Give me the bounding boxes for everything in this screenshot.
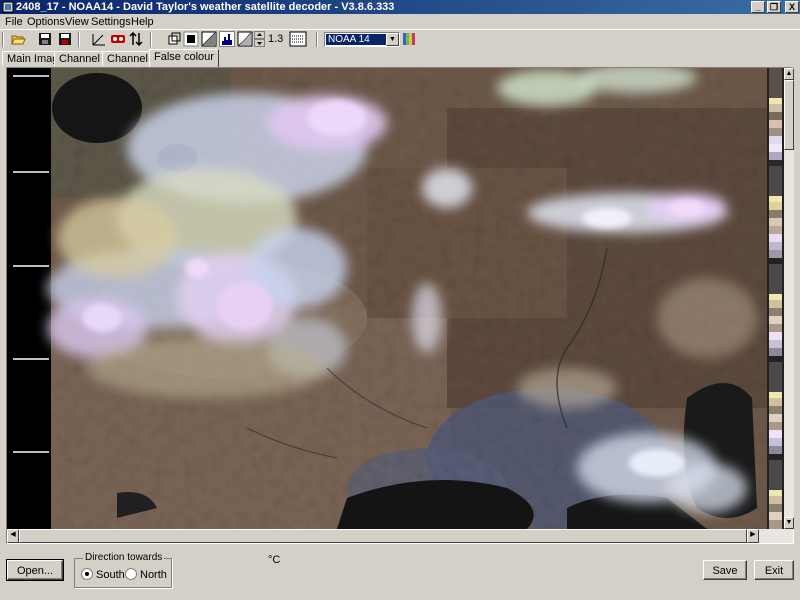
scroll-right-arrow-icon[interactable]: ▶	[747, 529, 759, 543]
palette-icon[interactable]	[402, 31, 416, 47]
maximize-button[interactable]: ❐	[767, 1, 781, 13]
view-tabs: Main Image Channel A Channel B False col…	[0, 49, 800, 67]
toolbar-separator	[150, 32, 152, 47]
direction-group-label: Direction towards	[83, 552, 165, 563]
crop-icon[interactable]	[166, 31, 182, 47]
menu-bar: File Options View Settings Help	[0, 14, 800, 30]
scroll-down-arrow-icon[interactable]: ▼	[784, 517, 794, 529]
temperature-readout: °C	[268, 554, 281, 566]
histogram-icon[interactable]	[219, 31, 235, 47]
satellite-selected-value: NOAA 14	[326, 34, 386, 45]
flip-direction-icon[interactable]	[128, 31, 144, 47]
window-title: 2408_17 - NOAA14 - David Taylor's weathe…	[16, 1, 395, 13]
telemetry-strip	[767, 68, 784, 529]
black-square-icon[interactable]	[183, 31, 199, 47]
horizontal-scrollbar[interactable]: ◀ ▶	[7, 529, 793, 543]
menu-file[interactable]: File	[2, 15, 26, 29]
radio-south-indicator[interactable]	[81, 568, 93, 580]
tab-false-colour[interactable]: False colour	[149, 49, 219, 67]
zoom-spinner[interactable]	[254, 31, 265, 47]
save-disk-icon[interactable]	[37, 31, 53, 47]
radio-north-label: North	[140, 569, 167, 581]
toolbar: 1.3 NOAA 14 ▼	[0, 29, 800, 50]
scroll-left-arrow-icon[interactable]: ◀	[7, 529, 19, 543]
contrast-icon[interactable]	[201, 31, 217, 47]
satellite-select[interactable]: NOAA 14 ▼	[324, 32, 400, 47]
exit-button[interactable]: Exit	[754, 560, 794, 580]
save-as-disk-icon[interactable]	[57, 31, 73, 47]
zoom-level: 1.3	[268, 33, 284, 45]
vertical-scrollbar[interactable]: ▲ ▼	[784, 68, 794, 529]
close-button[interactable]: X	[785, 1, 799, 13]
open-button[interactable]: Open...	[6, 559, 64, 581]
menu-help[interactable]: Help	[128, 15, 157, 29]
radio-south-label: South	[96, 569, 125, 581]
horizontal-scroll-thumb[interactable]	[19, 529, 747, 543]
dropdown-arrow-icon[interactable]: ▼	[386, 33, 399, 46]
scanline-icon[interactable]	[289, 31, 307, 47]
minimize-button[interactable]: _	[751, 1, 765, 13]
radio-north-indicator[interactable]	[125, 568, 137, 580]
curve-adjust-icon[interactable]	[237, 31, 253, 47]
radio-south[interactable]: South	[81, 568, 125, 582]
toolbar-grip	[2, 32, 4, 47]
image-panel: ▲ ▼ ◀ ▶	[6, 67, 794, 544]
tape-recorder-icon[interactable]	[110, 31, 126, 47]
app-icon[interactable]	[2, 1, 14, 13]
menu-settings[interactable]: Settings	[88, 15, 134, 29]
gamma-curve-icon[interactable]	[91, 31, 107, 47]
title-bar[interactable]: 2408_17 - NOAA14 - David Taylor's weathe…	[0, 0, 800, 14]
save-button[interactable]: Save	[703, 560, 747, 580]
vertical-scroll-thumb[interactable]	[784, 80, 794, 150]
toolbar-separator	[78, 32, 80, 47]
toolbar-separator	[316, 32, 318, 47]
open-folder-icon[interactable]	[10, 31, 26, 47]
direction-group: Direction towards South North	[74, 552, 172, 588]
radio-north[interactable]: North	[125, 568, 167, 582]
satellite-image[interactable]	[7, 68, 768, 529]
scroll-up-arrow-icon[interactable]: ▲	[784, 68, 794, 80]
